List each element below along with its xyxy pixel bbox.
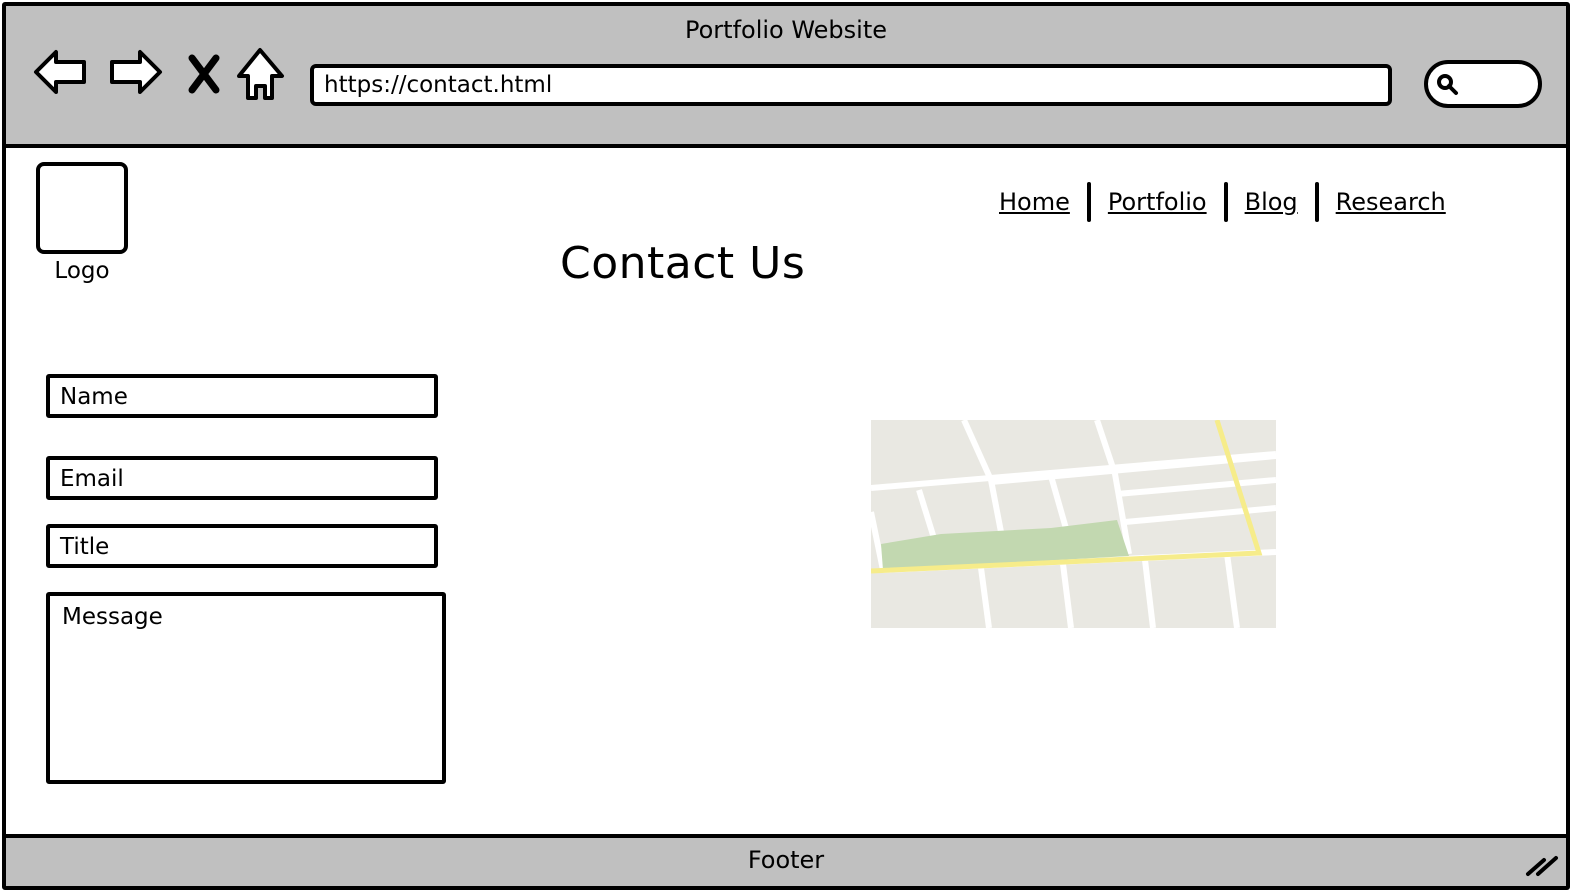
nav-separator bbox=[1314, 182, 1319, 222]
page-footer: Footer bbox=[6, 834, 1566, 886]
footer-label: Footer bbox=[747, 846, 825, 874]
email-field[interactable]: Email bbox=[46, 456, 438, 500]
title-placeholder: Title bbox=[60, 534, 110, 560]
browser-window: Portfolio Website https://contact.html L… bbox=[2, 2, 1570, 890]
back-arrow-icon[interactable] bbox=[32, 44, 90, 104]
forward-arrow-icon[interactable] bbox=[106, 44, 164, 104]
logo-label: Logo bbox=[54, 258, 110, 284]
nav-link-blog[interactable]: Blog bbox=[1244, 188, 1299, 216]
main-navigation: Home Portfolio Blog Research bbox=[998, 180, 1447, 224]
close-x-icon[interactable] bbox=[186, 52, 222, 100]
page-title: Contact Us bbox=[560, 238, 806, 289]
name-field[interactable]: Name bbox=[46, 374, 438, 418]
browser-search-field[interactable] bbox=[1424, 60, 1542, 108]
nav-separator bbox=[1086, 182, 1091, 222]
nav-separator bbox=[1223, 182, 1228, 222]
location-map[interactable] bbox=[868, 418, 1277, 629]
nav-link-portfolio[interactable]: Portfolio bbox=[1107, 188, 1208, 216]
email-placeholder: Email bbox=[60, 466, 124, 492]
message-textarea[interactable]: Message bbox=[46, 592, 446, 784]
home-icon[interactable] bbox=[236, 46, 286, 106]
message-placeholder: Message bbox=[62, 604, 163, 630]
title-field[interactable]: Title bbox=[46, 524, 438, 568]
browser-toolbar: Portfolio Website https://contact.html bbox=[6, 6, 1566, 148]
search-icon bbox=[1436, 73, 1460, 101]
address-bar[interactable]: https://contact.html bbox=[310, 64, 1392, 106]
url-text: https://contact.html bbox=[324, 72, 553, 98]
window-title: Portfolio Website bbox=[684, 16, 888, 44]
logo-placeholder[interactable] bbox=[36, 162, 128, 254]
name-placeholder: Name bbox=[60, 384, 128, 410]
resize-grip-icon[interactable] bbox=[1524, 850, 1560, 882]
nav-link-research[interactable]: Research bbox=[1335, 188, 1447, 216]
nav-link-home[interactable]: Home bbox=[998, 188, 1071, 216]
